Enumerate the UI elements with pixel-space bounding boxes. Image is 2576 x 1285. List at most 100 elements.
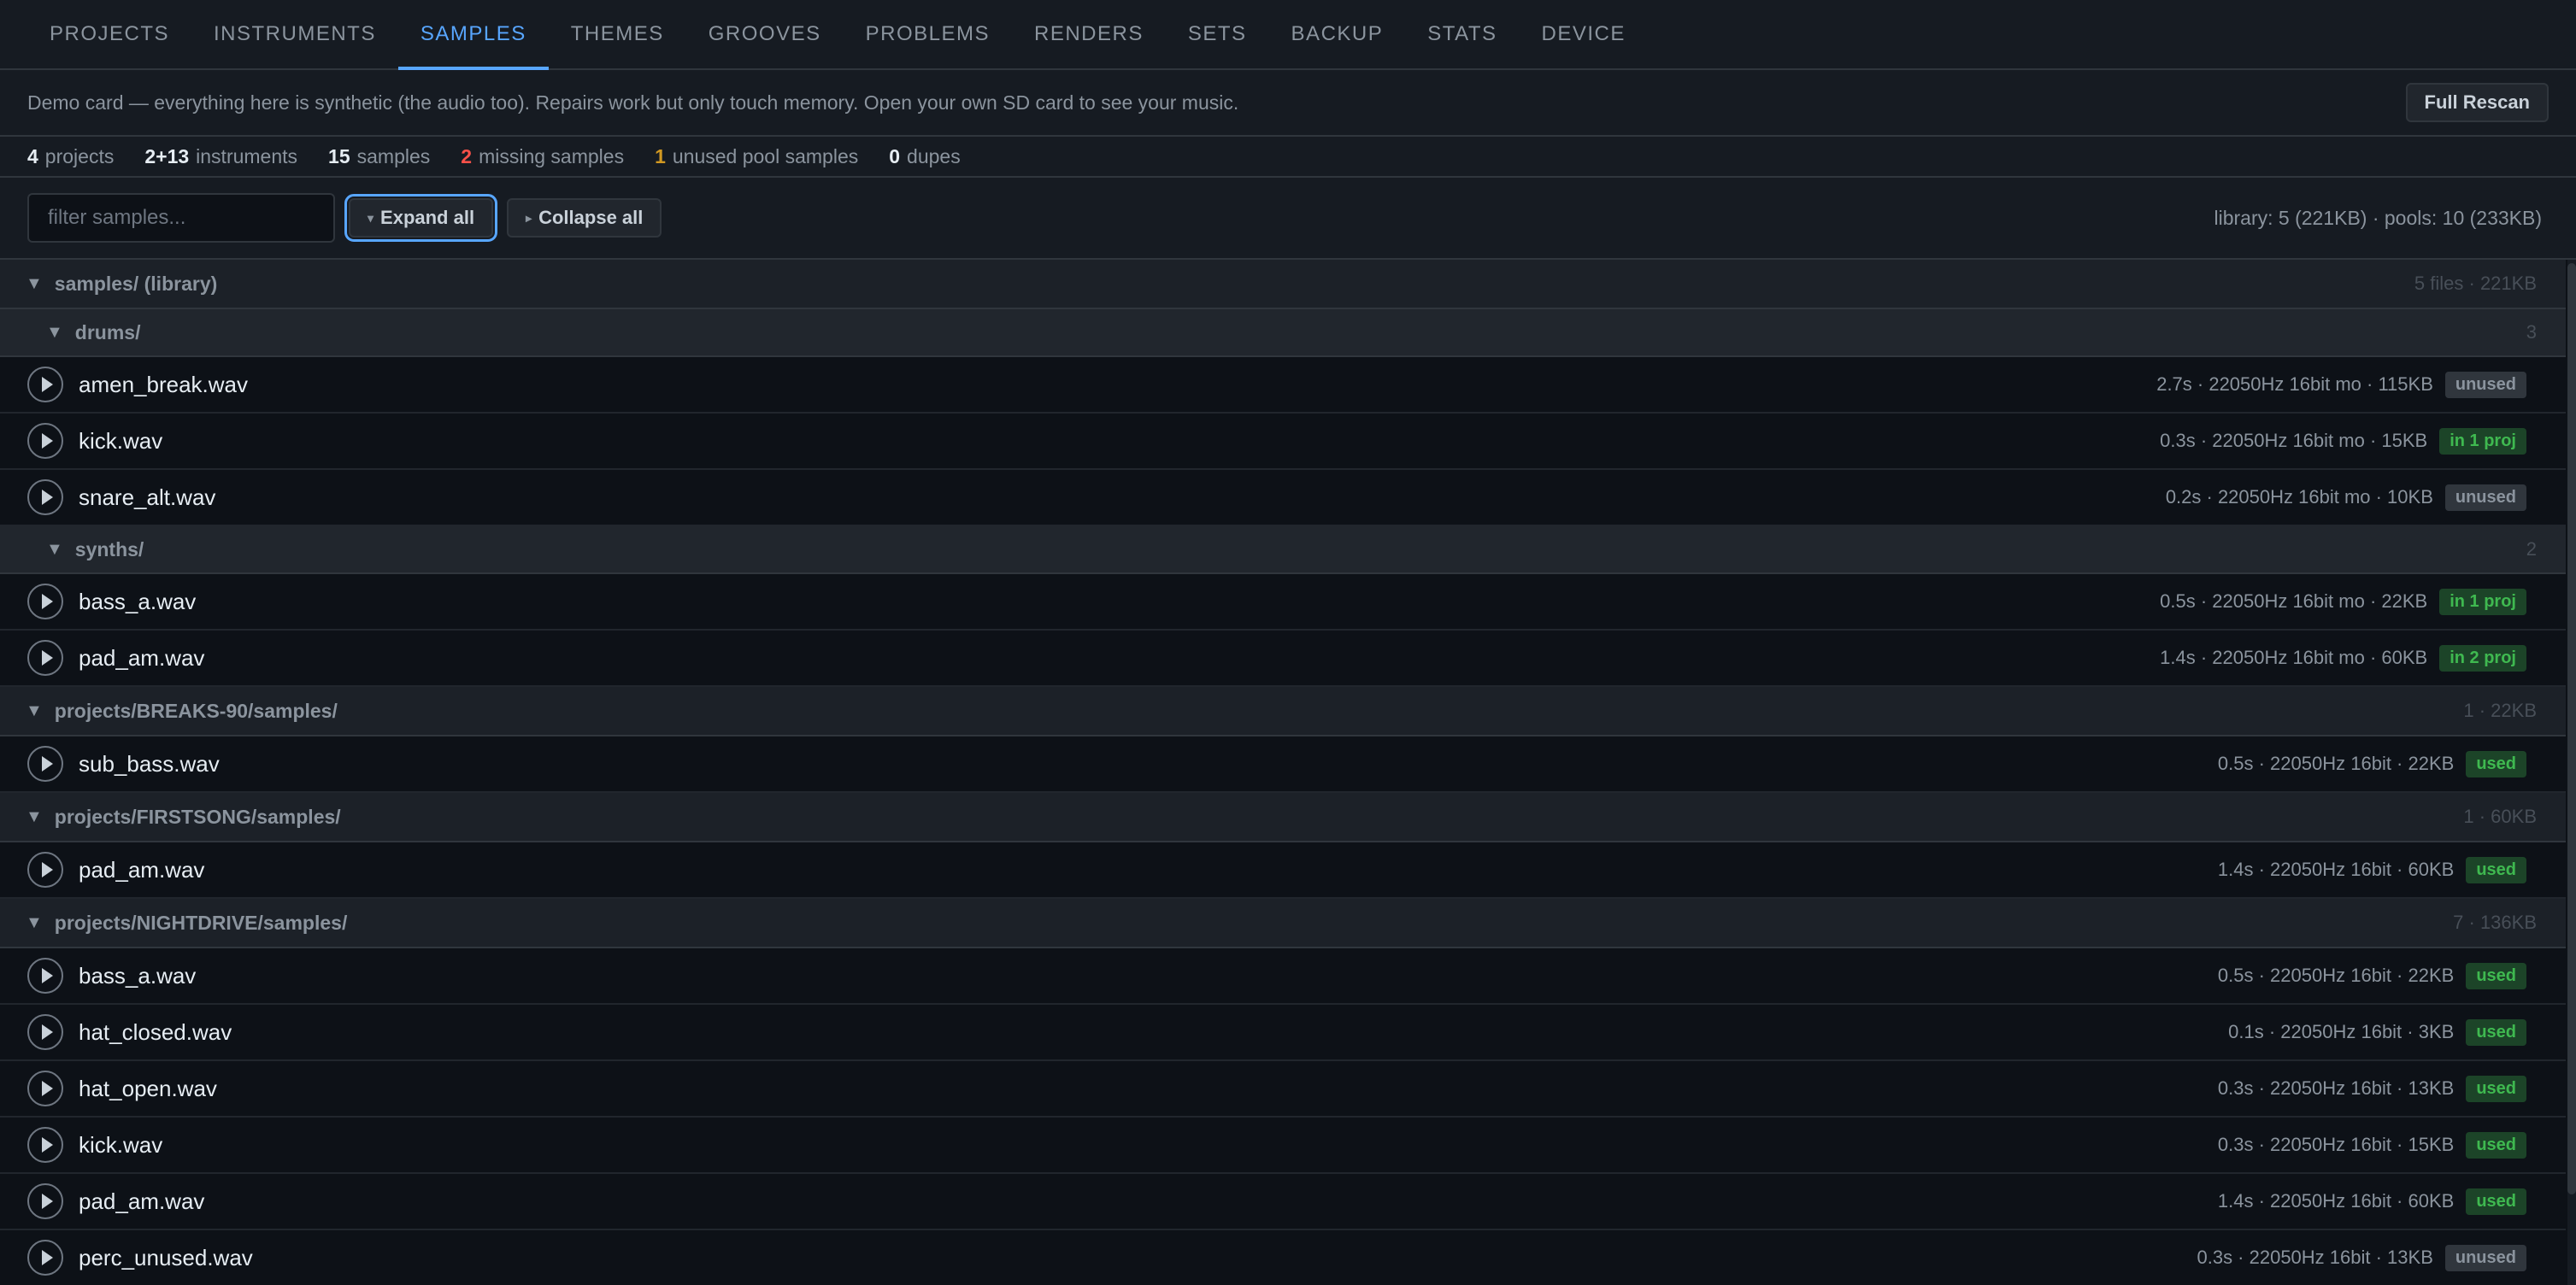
sample-meta: 0.5s · 22050Hz 16bit · 22KB — [2217, 965, 2455, 986]
sample-meta: 1.4s · 22050Hz 16bit · 60KB — [2217, 859, 2455, 880]
tab-stats[interactable]: STATS — [1405, 0, 1519, 68]
expand-all-button[interactable]: ▾ Expand all — [344, 194, 498, 242]
caret-right-icon: ▸ — [526, 210, 532, 225]
play-icon[interactable] — [27, 640, 63, 676]
sample-row[interactable]: sub_bass.wav 0.5s · 22050Hz 16bit · 22KB u… — [0, 736, 2566, 793]
stat-dupes: 0 dupes — [889, 145, 960, 168]
stat-label: projects — [44, 144, 115, 167]
stat-projects: 4 projects — [27, 145, 114, 168]
sample-row[interactable]: amen_break.wav 2.7s · 22050Hz 16bit mo · … — [0, 357, 2566, 414]
play-icon[interactable] — [27, 1183, 63, 1219]
folder-summary: 2 — [2526, 538, 2537, 560]
stat-value: 0 — [889, 144, 901, 167]
play-triangle — [41, 1137, 53, 1153]
stats-bar: 4 projects 2+13 instruments 15 samples 2 missin… — [0, 137, 2576, 178]
tab-device[interactable]: DEVICE — [1520, 0, 1648, 68]
tab-samples[interactable]: SAMPLES — [397, 0, 549, 70]
folder-title: samples/ (library) — [54, 272, 218, 295]
sample-meta: 0.1s · 22050Hz 16bit · 3KB — [2228, 1021, 2455, 1042]
scrollbar-thumb[interactable] — [2567, 263, 2576, 1194]
sample-row[interactable]: pad_am.wav 1.4s · 22050Hz 16bit · 60KB use… — [0, 842, 2566, 899]
sample-row[interactable]: pad_am.wav 1.4s · 22050Hz 16bit · 60KB use… — [0, 1174, 2566, 1230]
tab-sets[interactable]: SETS — [1166, 0, 1269, 68]
play-triangle — [41, 377, 53, 392]
collapse-all-button[interactable]: ▸ Collapse all — [507, 198, 662, 238]
stat-label: missing samples — [479, 144, 625, 167]
folder-title: drums/ — [74, 320, 141, 343]
usage-badge: unused — [2444, 1244, 2526, 1271]
play-triangle — [41, 968, 53, 983]
play-triangle — [41, 862, 53, 877]
sample-filename: sub_bass.wav — [79, 750, 220, 777]
toolbar: ▾ Expand all ▸ Collapse all library: 5 (… — [0, 178, 2576, 260]
list-scrollbar[interactable] — [2567, 260, 2576, 1285]
triangle-down-icon: ▼ — [26, 273, 43, 293]
subfolder-header[interactable]: ▼ drums/3 — [0, 309, 2566, 357]
sample-row[interactable]: bass_a.wav 0.5s · 22050Hz 16bit · 22KB use… — [0, 948, 2566, 1005]
sample-row[interactable]: kick.wav 0.3s · 22050Hz 16bit · 15KB used — [0, 1118, 2566, 1174]
play-triangle — [41, 650, 53, 666]
top-nav: PROJECTS INSTRUMENTS SAMPLES THEMES GROOVES P… — [0, 0, 2576, 70]
usage-badge: used — [2466, 1075, 2526, 1102]
folder-title: projects/FIRSTSONG/samples/ — [54, 805, 341, 828]
usage-badge: in 1 proj — [2439, 427, 2526, 455]
play-icon[interactable] — [27, 423, 63, 459]
stat-label: instruments — [196, 144, 298, 167]
sample-list: ▼ samples/ (library) 5 files · 221KB ▼ drums… — [0, 260, 2566, 1285]
sample-row[interactable]: hat_open.wav 0.3s · 22050Hz 16bit · 13KB u… — [0, 1061, 2566, 1118]
sample-meta: 0.3s · 22050Hz 16bit · 13KB — [2197, 1247, 2433, 1268]
tab-projects[interactable]: PROJECTS — [27, 0, 191, 68]
stat-value: 2+13 — [144, 144, 190, 167]
tab-instruments[interactable]: INSTRUMENTS — [191, 0, 398, 68]
tab-renders[interactable]: RENDERS — [1012, 0, 1166, 68]
tab-grooves[interactable]: GROOVES — [686, 0, 844, 68]
sample-row[interactable]: pad_am.wav 1.4s · 22050Hz 16bit mo · 60KB… — [0, 631, 2566, 687]
folder-summary: 1 · 22KB — [2463, 700, 2537, 721]
sample-row[interactable]: kick.wav 0.3s · 22050Hz 16bit mo · 15KB in… — [0, 414, 2566, 470]
tab-themes[interactable]: THEMES — [549, 0, 686, 68]
group-header[interactable]: ▼ projects/FIRSTSONG/samples/1 · 60KB — [0, 793, 2566, 842]
play-icon[interactable] — [27, 584, 63, 619]
folder-title: projects/NIGHTDRIVE/samples/ — [54, 911, 348, 934]
group-header[interactable]: ▼ samples/ (library) 5 files · 221KB — [0, 260, 2566, 309]
usage-badge: used — [2466, 856, 2526, 883]
sample-filename: bass_a.wav — [79, 588, 197, 614]
folder-title: projects/BREAKS-90/samples/ — [54, 699, 338, 722]
sample-filename: amen_break.wav — [79, 371, 248, 397]
stat-value: 4 — [27, 144, 38, 167]
usage-badge: unused — [2444, 371, 2526, 398]
demo-banner-text: Demo card — everything here is synthetic… — [27, 91, 1239, 114]
sample-filename: bass_a.wav — [79, 962, 197, 989]
play-triangle — [41, 756, 53, 772]
sample-meta: 1.4s · 22050Hz 16bit · 60KB — [2217, 1190, 2455, 1212]
play-icon[interactable] — [27, 1071, 63, 1106]
play-icon[interactable] — [27, 958, 63, 994]
triangle-down-icon: ▼ — [26, 912, 43, 932]
tab-problems[interactable]: PROBLEMS — [844, 0, 1012, 68]
group-header[interactable]: ▼ projects/NIGHTDRIVE/samples/7 · 136KB — [0, 899, 2566, 948]
play-icon[interactable] — [27, 852, 63, 888]
tab-backup[interactable]: BACKUP — [1269, 0, 1406, 68]
sample-meta: 0.3s · 22050Hz 16bit · 13KB — [2217, 1077, 2455, 1099]
sample-row[interactable]: snare_alt.wav 0.2s · 22050Hz 16bit mo · 1… — [0, 470, 2566, 526]
group-header[interactable]: ▼ projects/BREAKS-90/samples/1 · 22KB — [0, 687, 2566, 736]
sample-filename: perc_unused.wav — [79, 1244, 253, 1270]
play-icon[interactable] — [27, 1014, 63, 1050]
sample-row[interactable]: perc_unused.wav 0.3s · 22050Hz 16bit · 13… — [0, 1230, 2566, 1285]
subfolder-header[interactable]: ▼ synths/2 — [0, 526, 2566, 574]
play-icon[interactable] — [27, 746, 63, 782]
play-icon[interactable] — [27, 367, 63, 402]
play-icon[interactable] — [27, 479, 63, 515]
stat-unused-pool-samples: 1 unused pool samples — [655, 145, 858, 168]
play-icon[interactable] — [27, 1240, 63, 1276]
sample-row[interactable]: hat_closed.wav 0.1s · 22050Hz 16bit · 3KB… — [0, 1005, 2566, 1061]
folder-summary: 1 · 60KB — [2463, 806, 2537, 827]
collapse-all-label: Collapse all — [538, 207, 644, 228]
triangle-down-icon: ▼ — [46, 539, 63, 559]
play-icon[interactable] — [27, 1127, 63, 1163]
filter-samples-input[interactable] — [27, 193, 335, 243]
play-triangle — [41, 1024, 53, 1040]
full-rescan-button[interactable]: Full Rescan — [2405, 83, 2549, 122]
sample-row[interactable]: bass_a.wav 0.5s · 22050Hz 16bit mo · 22KB… — [0, 574, 2566, 631]
stat-label: dupes — [907, 144, 961, 167]
